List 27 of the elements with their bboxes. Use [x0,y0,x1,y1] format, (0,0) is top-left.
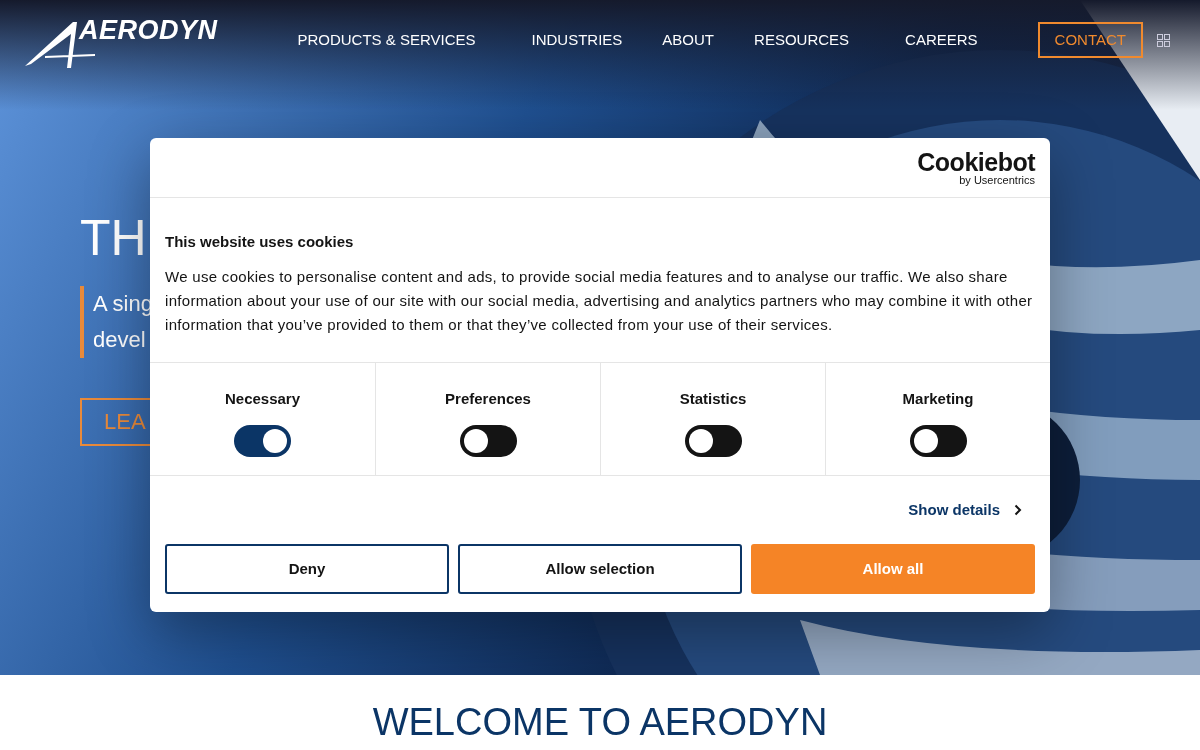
grid-icon[interactable] [1157,33,1170,47]
nav-link[interactable]: INDUSTRIES [531,28,623,52]
chevron-right-icon [1014,504,1022,516]
contact-button[interactable]: CONTACT [1037,21,1143,59]
category-label: Necessary [224,389,301,409]
brand-logo: Cookiebot [917,149,1035,174]
brand-subtitle: by Usercentrics [959,173,1035,186]
nav-link[interactable]: CAREERS [905,28,978,52]
nav-link[interactable]: PRODUCTS & SERVICES [297,28,476,52]
toggle-switch[interactable] [684,424,742,457]
category-label: Statistics [679,389,747,409]
welcome-heading: WELCOME TO AERODYN [371,700,829,744]
show-details-link[interactable]: Show details [908,498,1000,522]
nav-link[interactable]: RESOURCES [754,28,850,52]
nav-link[interactable]: ABOUT [662,28,715,52]
category-label: Marketing [902,389,974,409]
toggle-switch[interactable] [459,424,517,457]
dialog-text: We use cookies to personalise content and ads, to provide social media features and to analyse our traffic. We also share information about your use of our site with our social media, advertising and analytics partners who may combine it with other information that you’ve provided to them or that they’ve collected from your use of their services. [165,266,1034,335]
logo-text[interactable]: AERODYN [79,10,218,51]
dialog-title: This website uses cookies [165,232,355,252]
toggle-switch[interactable] [234,424,291,457]
consent-button[interactable]: Allow selection [458,544,742,594]
toggle-switch[interactable] [909,424,967,457]
category-label: Preferences [445,389,531,409]
consent-button[interactable]: Deny [165,544,449,594]
hero-subtitle: devel [93,326,146,354]
hero-title: TH [80,210,147,266]
